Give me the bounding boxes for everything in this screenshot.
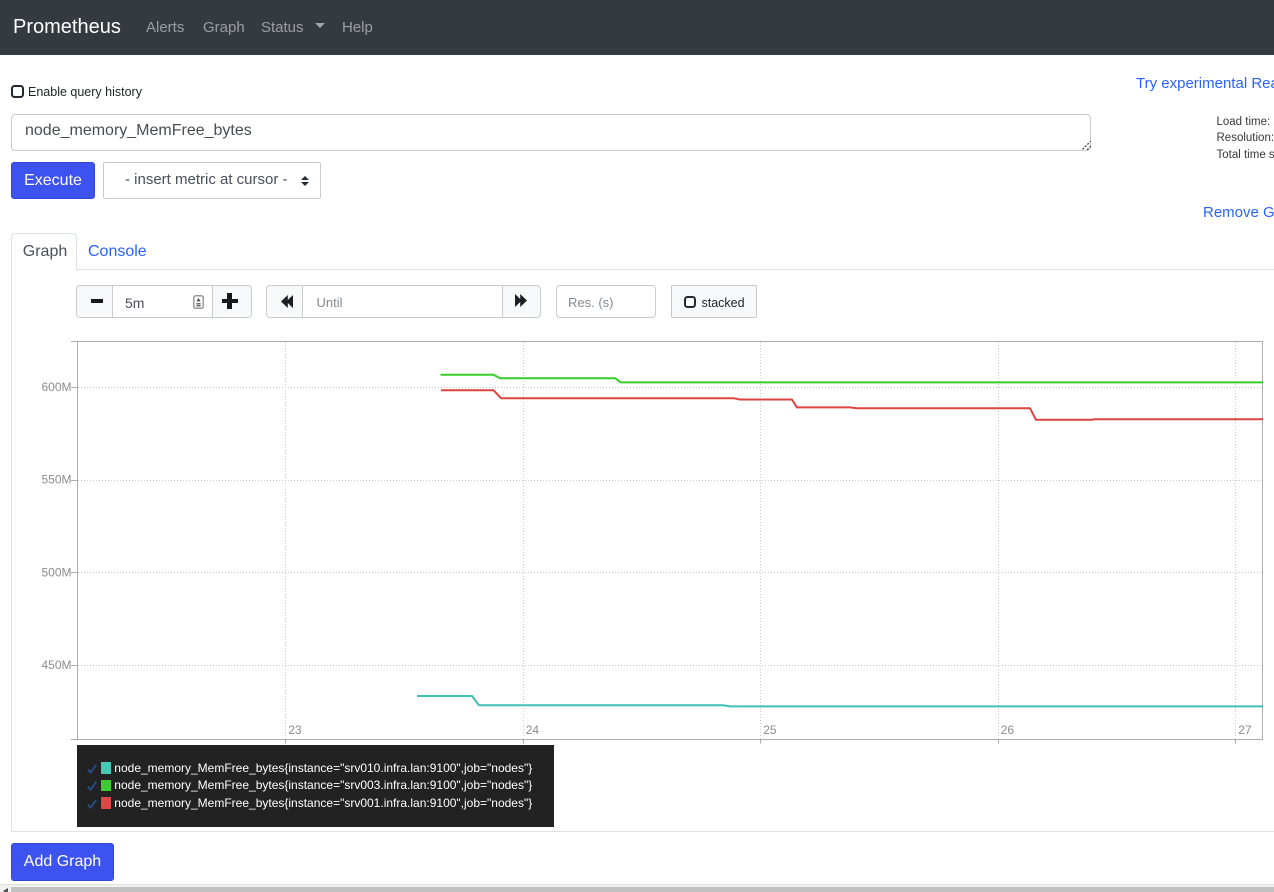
svg-text:26: 26: [1001, 723, 1015, 737]
svg-text:450M: 450M: [41, 658, 71, 672]
svg-text:23: 23: [288, 723, 302, 737]
svg-text:27: 27: [1238, 723, 1252, 737]
svg-text:500M: 500M: [41, 565, 71, 579]
svg-text:600M: 600M: [41, 380, 71, 394]
svg-text:550M: 550M: [41, 473, 71, 487]
svg-text:25: 25: [763, 723, 777, 737]
svg-text:24: 24: [526, 723, 540, 737]
